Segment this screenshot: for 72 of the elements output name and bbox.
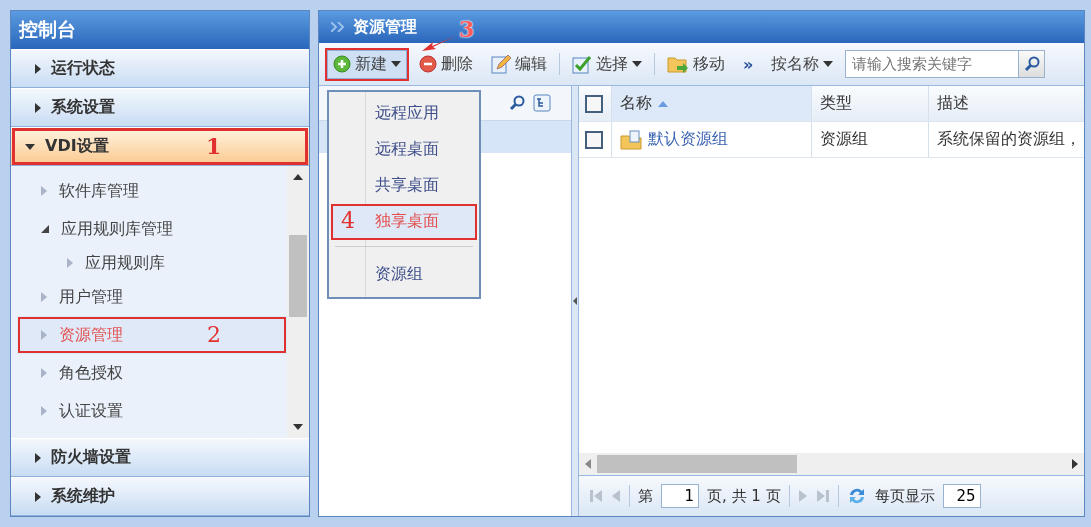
plus-circle-icon — [333, 55, 351, 73]
accordion-header[interactable]: 运行状态 — [11, 49, 309, 88]
menu-item[interactable]: 资源组 — [331, 256, 477, 293]
menu-item[interactable]: 共享桌面 — [331, 167, 477, 204]
search-button[interactable] — [1018, 51, 1045, 77]
nav-item[interactable]: 认证设置 — [17, 392, 287, 430]
chevron-right-icon — [67, 258, 73, 268]
panel-title: 资源管理 — [353, 16, 417, 38]
annotation-number: 1 — [206, 133, 222, 159]
table-cell: 资源组 — [811, 122, 928, 157]
edit-button[interactable]: 编辑 — [485, 49, 553, 79]
caret-down-icon — [391, 61, 401, 67]
pager-label: 每页显示 — [874, 486, 935, 506]
column-header[interactable]: 类型 — [811, 86, 928, 121]
pencil-icon — [491, 54, 511, 74]
select-button[interactable]: 选择 — [566, 49, 648, 79]
delete-button[interactable]: 删除 — [413, 49, 479, 79]
scroll-right-icon — [1072, 459, 1078, 469]
sidebar-title: 控制台 — [11, 11, 309, 49]
folder-icon — [620, 129, 642, 150]
table-cell[interactable]: 默认资源组 — [648, 129, 728, 150]
filter-dropdown[interactable]: 按名称 — [765, 49, 840, 79]
tree-view-icon[interactable] — [533, 94, 551, 112]
horizontal-scrollbar[interactable] — [579, 453, 1084, 475]
nav-item[interactable]: 应用规则库管理 — [17, 210, 287, 248]
select-all-checkbox[interactable] — [585, 94, 603, 113]
checkbox-check-icon — [572, 54, 592, 74]
column-header[interactable]: 描述 — [928, 86, 1084, 121]
minus-circle-icon — [419, 55, 437, 73]
page-input[interactable]: 1 — [661, 484, 699, 508]
new-button[interactable]: 新建 — [327, 49, 407, 79]
chevron-right-icon — [41, 330, 47, 340]
pager-label: 页, 共 1 页 — [707, 486, 781, 506]
page-size-input[interactable]: 25 — [942, 484, 981, 508]
chevron-right-icon — [41, 406, 47, 416]
row-checkbox[interactable] — [585, 130, 603, 149]
scroll-thumb[interactable] — [289, 235, 307, 317]
table-cell: 系统保留的资源组， — [928, 122, 1084, 157]
annotation-number: 4 — [341, 207, 355, 233]
chevron-right-icon — [41, 186, 47, 196]
caret-down-icon — [632, 61, 642, 67]
nav-item[interactable]: 用户管理 — [17, 278, 287, 316]
search-field[interactable]: 请输入搜索关键字 — [845, 50, 1046, 78]
collapse-handle-icon[interactable] — [573, 297, 577, 305]
menu-item[interactable]: 远程应用 — [331, 95, 477, 132]
annotation-number: 2 — [207, 322, 221, 347]
more-button[interactable]: » — [737, 50, 760, 78]
double-chevron-icon — [331, 22, 345, 32]
accordion-header[interactable]: 系统维护 — [11, 477, 309, 516]
scroll-up-icon — [293, 174, 303, 180]
nav-item[interactable]: 应用规则库 — [17, 248, 287, 278]
nav-item[interactable]: 资源管理 2 — [17, 316, 287, 354]
scroll-down-icon — [293, 424, 303, 430]
nav-item[interactable]: 软件库管理 — [17, 172, 287, 210]
move-button[interactable]: 移动 — [661, 49, 731, 79]
folder-arrow-icon — [667, 55, 689, 73]
chevron-right-icon — [41, 368, 47, 378]
accordion-header[interactable]: VDI设置 1 — [11, 127, 309, 166]
accordion-header[interactable]: 系统设置 — [11, 88, 309, 127]
menu-item[interactable]: 远程桌面 — [331, 131, 477, 168]
caret-down-icon — [823, 61, 834, 67]
sort-ascending-icon — [658, 100, 668, 107]
pager-label: 第 — [638, 486, 653, 506]
chevron-right-icon — [41, 292, 47, 302]
nav-item[interactable]: 角色授权 — [17, 354, 287, 392]
search-icon — [1023, 56, 1040, 72]
scroll-left-icon — [585, 459, 591, 469]
search-icon[interactable] — [509, 95, 525, 111]
column-header[interactable]: 名称 — [611, 86, 811, 121]
accordion-header[interactable]: 防火墙设置 — [11, 438, 309, 477]
annotation-number: 3 — [459, 15, 475, 42]
vertical-scrollbar[interactable] — [287, 166, 309, 438]
